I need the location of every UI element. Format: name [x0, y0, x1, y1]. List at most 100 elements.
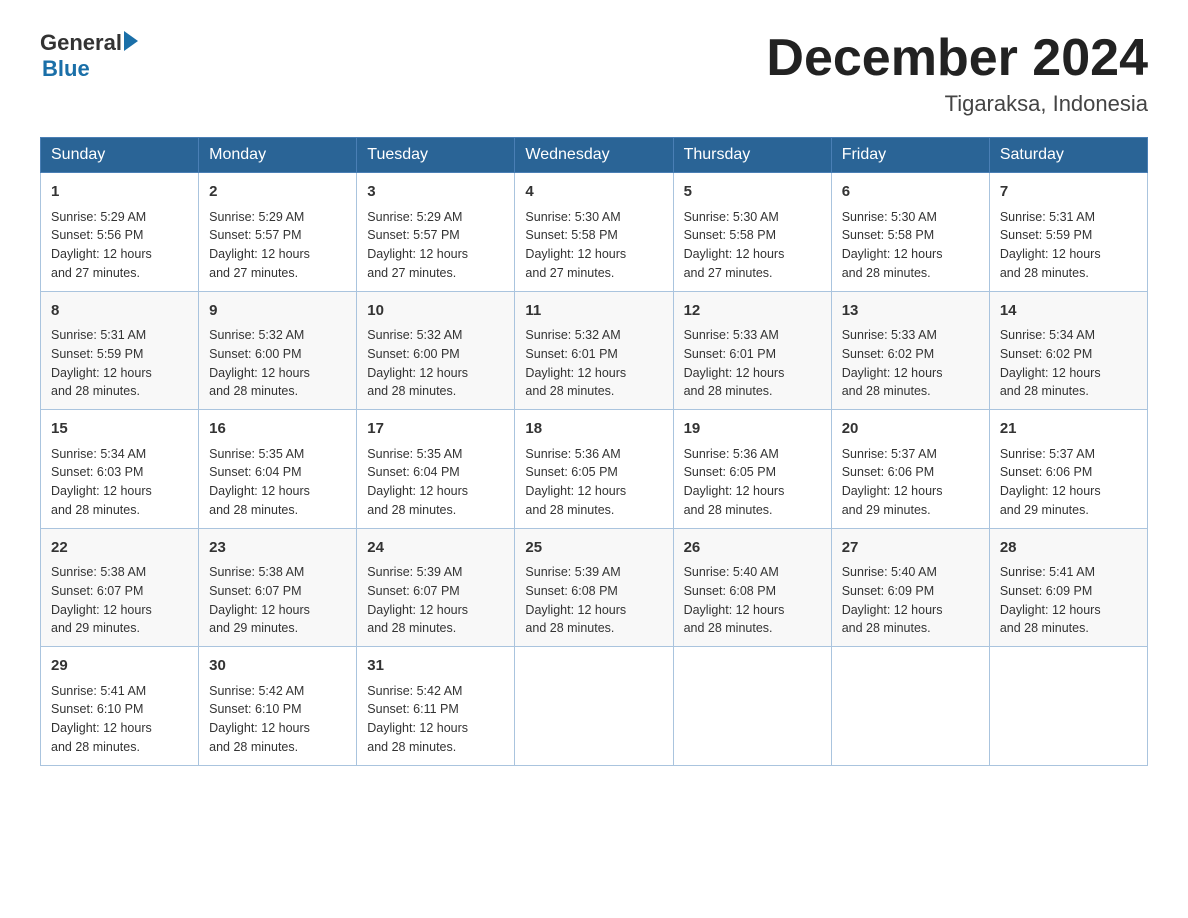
calendar-cell: 20Sunrise: 5:37 AMSunset: 6:06 PMDayligh… — [831, 410, 989, 529]
header-saturday: Saturday — [989, 138, 1147, 173]
logo-text-blue: Blue — [42, 56, 138, 82]
day-number: 1 — [51, 181, 188, 204]
calendar-cell: 12Sunrise: 5:33 AMSunset: 6:01 PMDayligh… — [673, 291, 831, 410]
weekday-header-row: Sunday Monday Tuesday Wednesday Thursday… — [41, 138, 1148, 173]
location-subtitle: Tigaraksa, Indonesia — [766, 91, 1148, 117]
day-info: Sunrise: 5:29 AMSunset: 5:57 PMDaylight:… — [209, 208, 346, 283]
calendar-week-row: 29 Sunrise: 5:41 AMSunset: 6:10 PMDayligh… — [41, 647, 1148, 766]
day-info: Sunrise: 5:30 AMSunset: 5:58 PMDaylight:… — [684, 208, 821, 283]
header-sunday: Sunday — [41, 138, 199, 173]
day-info: Sunrise: 5:31 AMSunset: 5:59 PMDaylight:… — [51, 326, 188, 401]
logo-text-general: General — [40, 30, 122, 56]
calendar-cell: 28 Sunrise: 5:41 AMSunset: 6:09 PMDayligh… — [989, 528, 1147, 647]
day-number: 26 — [684, 537, 821, 560]
calendar-cell: 26 Sunrise: 5:40 AMSunset: 6:08 PMDayligh… — [673, 528, 831, 647]
day-info: Sunrise: 5:33 AMSunset: 6:02 PMDaylight:… — [842, 326, 979, 401]
day-number: 17 — [367, 418, 504, 441]
calendar-cell: 18 Sunrise: 5:36 AMSunset: 6:05 PMDayligh… — [515, 410, 673, 529]
calendar-week-row: 8 Sunrise: 5:31 AMSunset: 5:59 PMDaylight… — [41, 291, 1148, 410]
day-info: Sunrise: 5:32 AMSunset: 6:01 PMDaylight:… — [525, 326, 662, 401]
logo-triangle-icon — [124, 31, 138, 51]
day-number: 15 — [51, 418, 188, 441]
calendar-cell: 5Sunrise: 5:30 AMSunset: 5:58 PMDaylight… — [673, 173, 831, 292]
day-info: Sunrise: 5:32 AMSunset: 6:00 PMDaylight:… — [367, 326, 504, 401]
day-info: Sunrise: 5:42 AMSunset: 6:11 PMDaylight:… — [367, 682, 504, 757]
day-number: 18 — [525, 418, 662, 441]
day-number: 30 — [209, 655, 346, 678]
calendar-cell: 10 Sunrise: 5:32 AMSunset: 6:00 PMDayligh… — [357, 291, 515, 410]
calendar-cell: 11 Sunrise: 5:32 AMSunset: 6:01 PMDayligh… — [515, 291, 673, 410]
day-number: 29 — [51, 655, 188, 678]
day-info: Sunrise: 5:34 AMSunset: 6:03 PMDaylight:… — [51, 445, 188, 520]
calendar-cell: 29 Sunrise: 5:41 AMSunset: 6:10 PMDayligh… — [41, 647, 199, 766]
day-info: Sunrise: 5:30 AMSunset: 5:58 PMDaylight:… — [525, 208, 662, 283]
header-friday: Friday — [831, 138, 989, 173]
day-info: Sunrise: 5:29 AMSunset: 5:57 PMDaylight:… — [367, 208, 504, 283]
day-number: 28 — [1000, 537, 1137, 560]
day-number: 6 — [842, 181, 979, 204]
day-info: Sunrise: 5:38 AMSunset: 6:07 PMDaylight:… — [51, 563, 188, 638]
calendar-cell: 3 Sunrise: 5:29 AMSunset: 5:57 PMDaylight… — [357, 173, 515, 292]
calendar-week-row: 22 Sunrise: 5:38 AMSunset: 6:07 PMDayligh… — [41, 528, 1148, 647]
day-info: Sunrise: 5:41 AMSunset: 6:10 PMDaylight:… — [51, 682, 188, 757]
day-number: 2 — [209, 181, 346, 204]
day-number: 3 — [367, 181, 504, 204]
calendar-cell: 22 Sunrise: 5:38 AMSunset: 6:07 PMDayligh… — [41, 528, 199, 647]
day-number: 9 — [209, 300, 346, 323]
day-number: 14 — [1000, 300, 1137, 323]
title-section: December 2024 Tigaraksa, Indonesia — [766, 30, 1148, 117]
calendar-cell: 9 Sunrise: 5:32 AMSunset: 6:00 PMDaylight… — [199, 291, 357, 410]
calendar-cell: 21 Sunrise: 5:37 AMSunset: 6:06 PMDayligh… — [989, 410, 1147, 529]
day-number: 19 — [684, 418, 821, 441]
calendar-cell — [515, 647, 673, 766]
calendar-cell: 7Sunrise: 5:31 AMSunset: 5:59 PMDaylight… — [989, 173, 1147, 292]
day-number: 10 — [367, 300, 504, 323]
header-wednesday: Wednesday — [515, 138, 673, 173]
day-info: Sunrise: 5:34 AMSunset: 6:02 PMDaylight:… — [1000, 326, 1137, 401]
calendar-cell: 16 Sunrise: 5:35 AMSunset: 6:04 PMDayligh… — [199, 410, 357, 529]
calendar-cell: 23Sunrise: 5:38 AMSunset: 6:07 PMDayligh… — [199, 528, 357, 647]
day-info: Sunrise: 5:40 AMSunset: 6:08 PMDaylight:… — [684, 563, 821, 638]
header-monday: Monday — [199, 138, 357, 173]
day-info: Sunrise: 5:33 AMSunset: 6:01 PMDaylight:… — [684, 326, 821, 401]
day-info: Sunrise: 5:36 AMSunset: 6:05 PMDaylight:… — [684, 445, 821, 520]
calendar-cell: 17Sunrise: 5:35 AMSunset: 6:04 PMDayligh… — [357, 410, 515, 529]
calendar-cell: 14 Sunrise: 5:34 AMSunset: 6:02 PMDayligh… — [989, 291, 1147, 410]
day-info: Sunrise: 5:30 AMSunset: 5:58 PMDaylight:… — [842, 208, 979, 283]
day-info: Sunrise: 5:39 AMSunset: 6:07 PMDaylight:… — [367, 563, 504, 638]
calendar-table: Sunday Monday Tuesday Wednesday Thursday… — [40, 137, 1148, 766]
day-number: 31 — [367, 655, 504, 678]
calendar-cell: 6 Sunrise: 5:30 AMSunset: 5:58 PMDaylight… — [831, 173, 989, 292]
day-number: 24 — [367, 537, 504, 560]
calendar-cell: 27Sunrise: 5:40 AMSunset: 6:09 PMDayligh… — [831, 528, 989, 647]
calendar-cell: 2 Sunrise: 5:29 AMSunset: 5:57 PMDaylight… — [199, 173, 357, 292]
day-info: Sunrise: 5:36 AMSunset: 6:05 PMDaylight:… — [525, 445, 662, 520]
calendar-cell: 19 Sunrise: 5:36 AMSunset: 6:05 PMDayligh… — [673, 410, 831, 529]
day-info: Sunrise: 5:39 AMSunset: 6:08 PMDaylight:… — [525, 563, 662, 638]
day-number: 21 — [1000, 418, 1137, 441]
calendar-week-row: 15 Sunrise: 5:34 AMSunset: 6:03 PMDayligh… — [41, 410, 1148, 529]
day-number: 11 — [525, 300, 662, 323]
day-number: 25 — [525, 537, 662, 560]
day-number: 22 — [51, 537, 188, 560]
day-number: 8 — [51, 300, 188, 323]
calendar-cell: 24 Sunrise: 5:39 AMSunset: 6:07 PMDayligh… — [357, 528, 515, 647]
day-info: Sunrise: 5:35 AMSunset: 6:04 PMDaylight:… — [209, 445, 346, 520]
calendar-week-row: 1 Sunrise: 5:29 AMSunset: 5:56 PMDaylight… — [41, 173, 1148, 292]
calendar-cell: 4 Sunrise: 5:30 AMSunset: 5:58 PMDaylight… — [515, 173, 673, 292]
day-info: Sunrise: 5:41 AMSunset: 6:09 PMDaylight:… — [1000, 563, 1137, 638]
calendar-cell: 30Sunrise: 5:42 AMSunset: 6:10 PMDayligh… — [199, 647, 357, 766]
day-info: Sunrise: 5:32 AMSunset: 6:00 PMDaylight:… — [209, 326, 346, 401]
day-number: 13 — [842, 300, 979, 323]
day-number: 16 — [209, 418, 346, 441]
calendar-cell: 13 Sunrise: 5:33 AMSunset: 6:02 PMDayligh… — [831, 291, 989, 410]
calendar-cell: 31 Sunrise: 5:42 AMSunset: 6:11 PMDayligh… — [357, 647, 515, 766]
day-number: 27 — [842, 537, 979, 560]
logo: General Blue — [40, 30, 138, 82]
day-info: Sunrise: 5:29 AMSunset: 5:56 PMDaylight:… — [51, 208, 188, 283]
day-number: 7 — [1000, 181, 1137, 204]
month-year-title: December 2024 — [766, 30, 1148, 87]
day-number: 4 — [525, 181, 662, 204]
calendar-cell — [831, 647, 989, 766]
day-info: Sunrise: 5:37 AMSunset: 6:06 PMDaylight:… — [1000, 445, 1137, 520]
